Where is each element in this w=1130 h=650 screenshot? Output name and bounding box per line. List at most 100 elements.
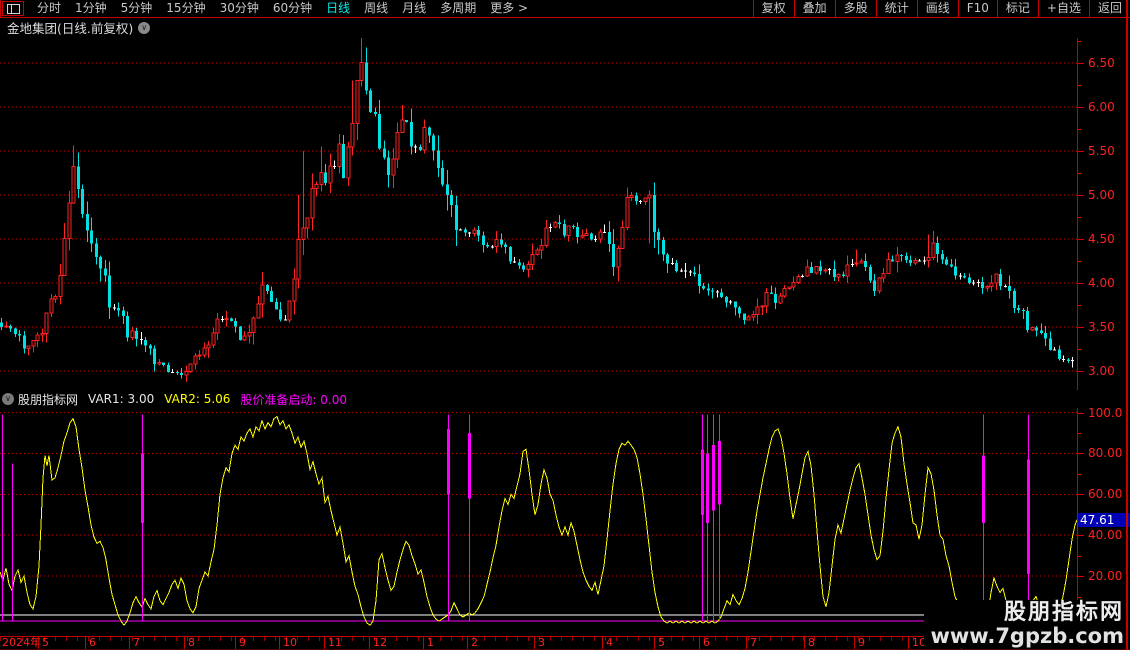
month-divider (38, 637, 39, 649)
candle-body-doji (1004, 285, 1007, 287)
menu-item-周线[interactable]: 周线 (357, 0, 395, 17)
chevron-down-icon[interactable]: ∨ (138, 21, 151, 34)
candle-body-doji (729, 301, 732, 303)
month-divider (854, 637, 855, 649)
menu-item-画线[interactable]: 画线 (916, 0, 958, 17)
signal-spike-cap (706, 453, 709, 523)
candle-body-up (760, 305, 765, 308)
candle-body-down (1067, 359, 1070, 362)
time-axis[interactable]: 2024年 567891011121234567891011 (0, 636, 1077, 650)
menu-item-标记[interactable]: 标记 (996, 0, 1038, 17)
candle-body-up (26, 345, 31, 349)
candle-body-down (419, 146, 422, 151)
candle-body-down (1040, 330, 1043, 334)
candle-body-doji (1062, 359, 1065, 361)
candle-body-up (287, 300, 292, 321)
candle-body-down (657, 232, 660, 241)
menu-item-多周期[interactable]: 多周期 (433, 0, 483, 17)
month-label: 10 (283, 636, 297, 649)
candle-body-up (350, 123, 355, 148)
chevron-down-icon[interactable]: ∨ (2, 393, 14, 405)
menu-item-+自选[interactable]: +自选 (1037, 0, 1089, 17)
candle-body-up (53, 296, 58, 300)
candlestick-chart[interactable] (0, 38, 1077, 390)
candle-body-down (698, 274, 701, 287)
candle-body-up (71, 166, 76, 204)
menu-item-多股[interactable]: 多股 (834, 0, 876, 17)
candle-body-down (864, 260, 867, 267)
candle-body-doji (801, 275, 804, 277)
candle-body-down (342, 143, 345, 178)
candle-body-doji (851, 264, 854, 266)
menu-item-F10[interactable]: F10 (957, 0, 997, 17)
candle-body-down (518, 262, 521, 266)
watermark-site-name: 股朋指标网 (1003, 600, 1124, 625)
menu-item-15分钟[interactable]: 15分钟 (159, 0, 212, 17)
candle-body-down (1035, 327, 1038, 331)
menu-item-5分钟[interactable]: 5分钟 (114, 0, 160, 17)
axis-tick (1078, 556, 1081, 557)
candle-body-up (580, 235, 585, 238)
candle-body-doji (459, 229, 462, 231)
candle-body-down (1044, 333, 1047, 339)
candle-body-doji (1053, 349, 1056, 351)
candle-body-up (566, 225, 571, 236)
candle-body-down (450, 194, 453, 205)
month-divider (746, 637, 747, 649)
candle-body-up (877, 277, 882, 292)
indicator-value: VAR2: 5.06 (164, 392, 231, 406)
candle-body-up (292, 278, 297, 302)
candle-body-down (941, 253, 944, 260)
candle-body-up (391, 158, 396, 176)
candle-body-up (44, 312, 49, 335)
candle-body-up (629, 195, 634, 199)
menu-item-更多 >[interactable]: 更多 > (483, 0, 535, 17)
menu-item-分时[interactable]: 分时 (30, 0, 68, 17)
candle-body-up (301, 227, 306, 241)
candle-body-down (428, 127, 431, 136)
candle-body-doji (716, 291, 719, 293)
candle-body-down (963, 275, 966, 278)
candle-body-up (224, 317, 229, 321)
menu-item-统计[interactable]: 统计 (875, 0, 917, 17)
period-menu: 分时 1分钟 5分钟 15分钟 30分钟 60分钟 日线 周线 月线 多周期 更多 > (0, 0, 535, 17)
menu-item-月线[interactable]: 月线 (395, 0, 433, 17)
last-value-badge: 47.61 (1078, 513, 1130, 527)
menu-item-60分钟[interactable]: 60分钟 (266, 0, 319, 17)
signal-spike-cap (468, 432, 471, 499)
candle-body-down (842, 274, 845, 276)
candle-body-up (310, 188, 315, 219)
candle-body-down (950, 264, 953, 267)
menu-item-返回[interactable]: 返回 (1088, 0, 1130, 17)
signal-spike-cap (447, 428, 450, 495)
window-layout-icon[interactable] (2, 1, 24, 16)
month-divider (85, 637, 86, 649)
price-label: 4.00 (1088, 276, 1115, 290)
indicator-value: 股价准备启动: 0.00 (240, 392, 347, 407)
indicator-chart[interactable] (0, 408, 1077, 636)
candle-body-up (881, 272, 886, 279)
candle-body-up (787, 286, 792, 289)
candle-body-down (23, 335, 26, 349)
menu-item-日线[interactable]: 日线 (319, 0, 357, 17)
axis-tick (1078, 217, 1081, 218)
candle-body-down (374, 112, 377, 114)
price-label: 5.00 (1088, 188, 1115, 202)
menu-item-30分钟[interactable]: 30分钟 (213, 0, 266, 17)
axis-tick (1078, 107, 1084, 108)
menu-item-复权[interactable]: 复权 (752, 0, 794, 17)
month-divider (467, 637, 468, 649)
axis-tick (1078, 327, 1084, 328)
candle-body-up (553, 221, 558, 228)
candle-body-doji (113, 307, 116, 309)
menu-item-叠加[interactable]: 叠加 (793, 0, 835, 17)
watermark-url: www.7gpzb.com (930, 624, 1124, 648)
candle-body-down (572, 225, 575, 228)
candle-body-down (720, 292, 723, 297)
candle-body-down (455, 204, 458, 230)
candle-body-down (635, 195, 638, 201)
candle-body-down (981, 281, 984, 289)
menu-item-1分钟[interactable]: 1分钟 (68, 0, 114, 17)
candle-body-down (738, 307, 741, 314)
month-divider (534, 637, 535, 649)
